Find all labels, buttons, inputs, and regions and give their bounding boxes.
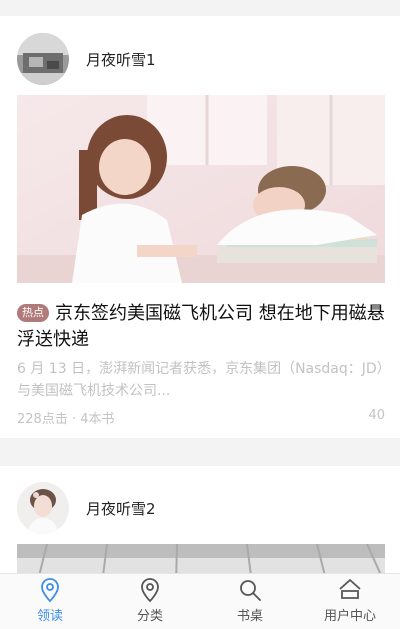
tab-fenlei[interactable]: 分类 [100,574,200,629]
tab-label: 书桌 [236,609,263,624]
search-icon [240,580,261,601]
article-card[interactable]: 月夜听雪1 热点 京东签约美国磁飞机公司 想在地下用磁悬浮送快递 6 月 13 … [0,16,400,438]
author-row[interactable]: 月夜听雪1 [17,33,156,85]
article-cover-image[interactable] [17,95,385,283]
article-card[interactable]: 月夜听雪2 [0,466,400,573]
article-stats: 228点击 · 4本书 [17,412,115,427]
article-count: 40 [368,408,385,423]
bottom-tab-bar: 领读 分类 书桌 用户中心 [0,573,400,629]
article-summary: 6 月 13 日，澎湃新闻记者获悉，京东集团（Nasdaq：JD）与美国磁飞机技… [17,361,384,399]
tab-shuzhuo[interactable]: 书桌 [200,574,300,629]
author-avatar[interactable] [17,482,69,534]
article-meta: 228点击 · 4本书 40 [17,408,385,428]
article-title[interactable]: 热点 京东签约美国磁飞机公司 想在地下用磁悬浮送快递 [17,301,385,353]
tab-label: 分类 [136,609,163,624]
hot-badge: 热点 [17,304,49,322]
article-cover-image[interactable] [17,544,385,573]
tab-lingdu[interactable]: 领读 [0,574,100,629]
author-name: 月夜听雪2 [86,499,156,518]
author-name: 月夜听雪1 [86,50,156,69]
tab-label: 用户中心 [323,609,376,624]
author-row[interactable]: 月夜听雪2 [17,482,156,534]
author-avatar[interactable] [17,33,69,85]
article-title-text: 京东签约美国磁飞机公司 想在地下用磁悬浮送快递 [17,303,385,350]
tab-user-center[interactable]: 用户中心 [300,574,400,629]
location-pin-icon [141,578,159,603]
tab-label: 领读 [36,609,63,624]
article-feed[interactable]: 月夜听雪1 热点 京东签约美国磁飞机公司 想在地下用磁悬浮送快递 6 月 13 … [0,0,400,573]
location-pin-icon [41,578,59,603]
home-icon [339,579,361,599]
